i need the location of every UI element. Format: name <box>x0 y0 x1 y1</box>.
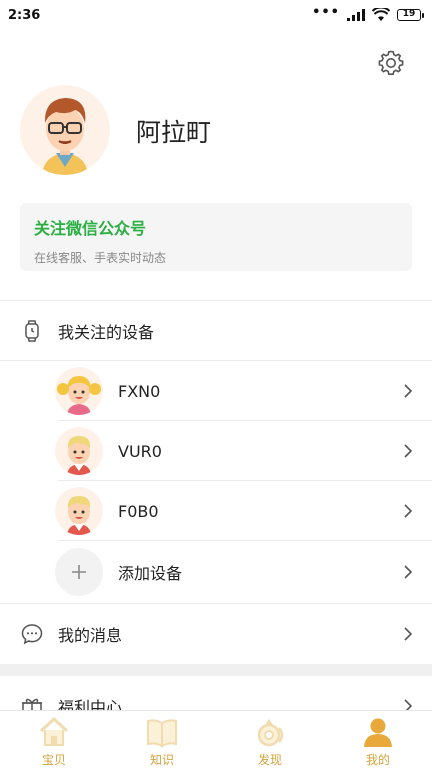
battery-level: 19 <box>397 9 421 21</box>
device-name: VUR0 <box>118 441 162 461</box>
my-devices-row[interactable]: 我关注的设备 <box>0 301 432 361</box>
add-device-button[interactable] <box>55 548 103 596</box>
tab-label: 我的 <box>365 753 390 767</box>
device-row[interactable]: VUR0 <box>0 421 432 481</box>
settings-button[interactable] <box>377 49 405 77</box>
username: 阿拉町 <box>136 118 212 147</box>
status-bar: 2:36 ••• 19 <box>0 0 432 30</box>
discover-icon <box>257 719 284 747</box>
signal-icon <box>347 9 365 21</box>
chevron-right-icon <box>404 444 413 458</box>
status-time: 2:36 <box>8 7 41 23</box>
device-name: F0B0 <box>118 501 159 521</box>
person-icon <box>364 718 392 747</box>
boy-avatar-illustration <box>55 487 103 535</box>
tab-label: 发现 <box>257 753 282 767</box>
chevron-right-icon <box>404 565 413 579</box>
book-icon <box>147 719 177 748</box>
boy-avatar-illustration <box>55 427 103 475</box>
tab-discover[interactable]: 发现 <box>216 711 324 768</box>
wechat-card-title: 关注微信公众号 <box>34 219 147 238</box>
more-notifications-icon: ••• <box>312 4 340 20</box>
chevron-right-icon <box>404 504 413 518</box>
message-bubble-icon <box>21 624 43 645</box>
device-avatar <box>55 487 103 535</box>
watch-icon <box>25 320 39 342</box>
bottom-tab-bar: 宝贝 知识 发现 我的 <box>0 710 432 768</box>
section-gap <box>0 664 432 676</box>
follow-wechat-card[interactable]: 关注微信公众号 在线客服、手表实时动态 <box>20 203 412 271</box>
user-avatar[interactable] <box>20 85 110 175</box>
user-avatar-illustration <box>20 85 110 175</box>
girl-avatar-illustration <box>55 367 103 415</box>
house-icon <box>39 717 69 746</box>
device-row[interactable]: F0B0 <box>0 481 432 541</box>
device-name: FXN0 <box>118 381 161 401</box>
gear-icon <box>378 50 404 75</box>
my-devices-label: 我关注的设备 <box>58 323 155 342</box>
tab-label: 宝贝 <box>41 753 66 767</box>
wechat-card-subtitle: 在线客服、手表实时动态 <box>34 251 167 265</box>
tab-mine[interactable]: 我的 <box>324 711 432 768</box>
plus-icon <box>72 565 86 579</box>
battery-icon: 19 <box>397 9 424 21</box>
device-avatar <box>55 427 103 475</box>
add-device-label: 添加设备 <box>118 564 183 583</box>
tab-label: 知识 <box>149 753 174 767</box>
status-icons: ••• 19 <box>312 4 424 22</box>
tab-baby[interactable]: 宝贝 <box>0 711 108 768</box>
my-messages-label: 我的消息 <box>58 626 123 645</box>
tab-knowledge[interactable]: 知识 <box>108 711 216 768</box>
my-messages-row[interactable]: 我的消息 <box>0 604 432 664</box>
wifi-icon <box>372 8 390 21</box>
device-avatar <box>55 367 103 415</box>
add-device-row[interactable]: 添加设备 <box>0 542 432 602</box>
device-row[interactable]: FXN0 <box>0 361 432 421</box>
chevron-right-icon <box>404 627 413 641</box>
chevron-right-icon <box>404 384 413 398</box>
